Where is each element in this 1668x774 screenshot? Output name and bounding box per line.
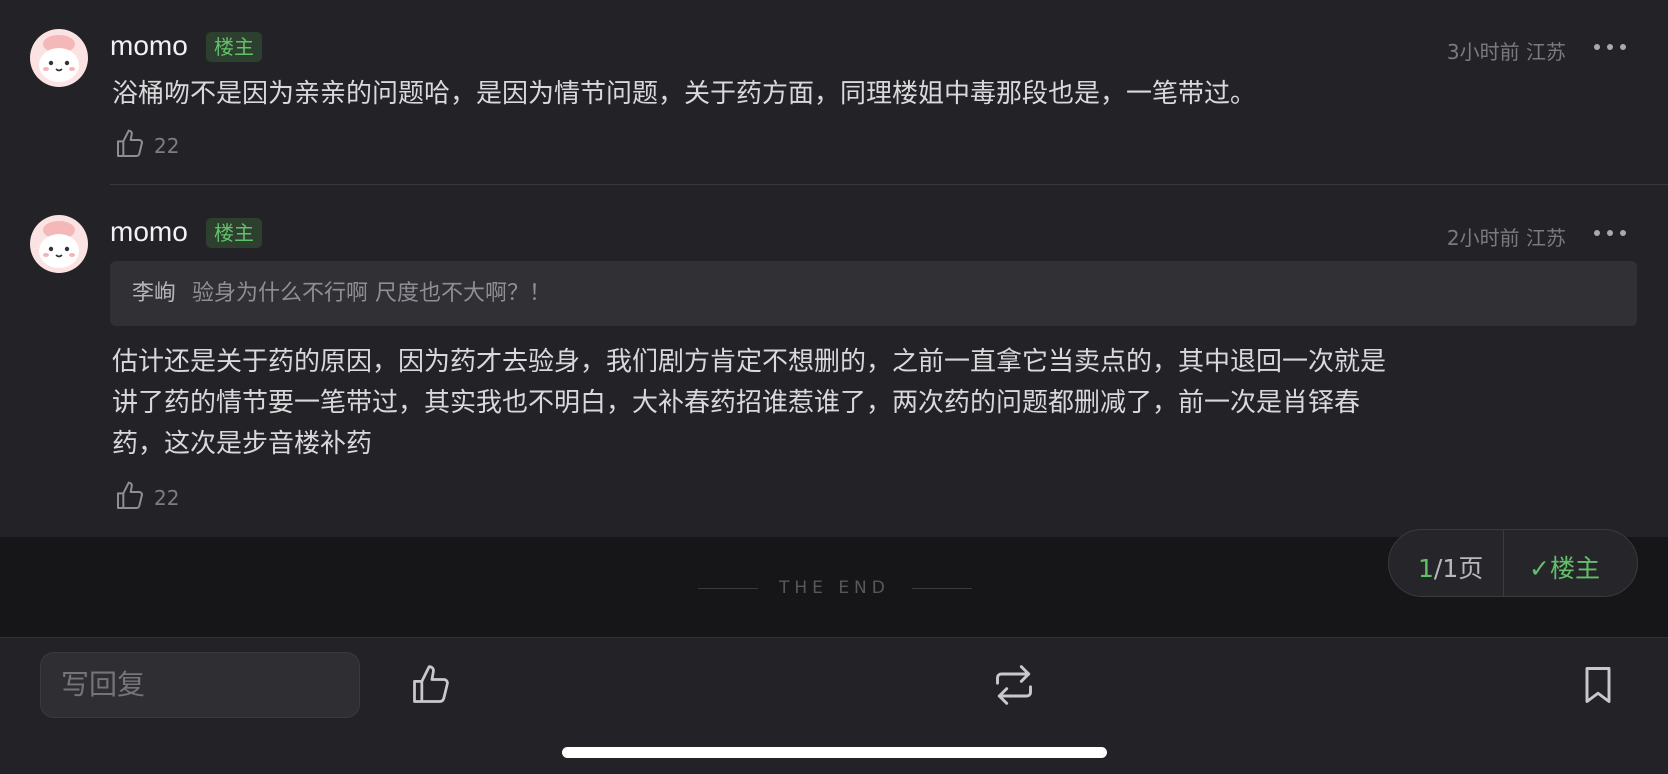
divider — [110, 184, 1668, 185]
comment-list: momo 楼主 3小时前 江苏 浴桶吻不是因为亲亲的问题哈，是因为情节问题，关于… — [0, 0, 1668, 537]
avatar[interactable] — [30, 215, 88, 273]
home-indicator — [562, 747, 1107, 758]
comment-item: momo 楼主 2小时前 江苏 李峋 验身为什么不行啊 尺度也不大啊？！ 估计还… — [0, 186, 1668, 536]
bookmark-icon[interactable] — [1578, 663, 1618, 711]
total-pages: /1页 — [1433, 554, 1484, 583]
avatar[interactable] — [30, 29, 88, 87]
end-label: THE END — [779, 578, 890, 598]
comment-meta: 2小时前 江苏 — [1446, 226, 1566, 250]
thumbs-up-icon — [117, 481, 143, 509]
comment-meta: 3小时前 江苏 — [1446, 40, 1566, 64]
username[interactable]: momo — [110, 30, 188, 62]
comment-text-line: 药，这次是步音楼补药 — [112, 429, 373, 459]
thumbs-up-icon[interactable] — [409, 663, 453, 711]
pager-separator — [1503, 530, 1504, 596]
op-badge: 楼主 — [206, 218, 262, 248]
current-page: 1 — [1418, 554, 1434, 583]
comment-item: momo 楼主 3小时前 江苏 浴桶吻不是因为亲亲的问题哈，是因为情节问题，关于… — [0, 0, 1668, 185]
quoted-reply[interactable]: 李峋 验身为什么不行啊 尺度也不大啊？！ — [110, 261, 1637, 326]
op-badge: 楼主 — [206, 32, 262, 62]
username[interactable]: momo — [110, 216, 188, 248]
pagination-pill: 1/1页 ✓楼主 — [1388, 529, 1638, 597]
more-options-icon[interactable] — [1594, 42, 1628, 52]
like-count: 22 — [154, 134, 180, 158]
page-indicator[interactable]: 1/1页 — [1418, 549, 1483, 585]
repost-icon[interactable] — [990, 663, 1038, 711]
reply-input[interactable]: 写回复 — [40, 652, 360, 718]
end-divider-right — [912, 588, 972, 589]
end-divider-left — [698, 588, 758, 589]
more-options-icon[interactable] — [1594, 228, 1628, 238]
comment-text-line: 估计还是关于药的原因，因为药才去验身，我们剧方肯定不想删的，之前一直拿它当卖点的… — [112, 347, 1387, 377]
comment-text: 估计还是关于药的原因，因为药才去验身，我们剧方肯定不想删的，之前一直拿它当卖点的… — [112, 342, 1617, 465]
thumbs-up-icon — [117, 129, 143, 157]
quoted-text: 验身为什么不行啊 尺度也不大啊？！ — [192, 281, 551, 306]
comment-text: 浴桶吻不是因为亲亲的问题哈，是因为情节问题，关于药方面，同理楼姐中毒那段也是，一… — [112, 79, 1257, 109]
quoted-username: 李峋 — [132, 281, 177, 306]
like-count: 22 — [154, 486, 180, 510]
op-only-filter[interactable]: ✓楼主 — [1529, 549, 1600, 585]
comment-text-line: 讲了药的情节要一笔带过，其实我也不明白，大补春药招谁惹谁了，两次药的问题都删减了… — [112, 388, 1361, 418]
